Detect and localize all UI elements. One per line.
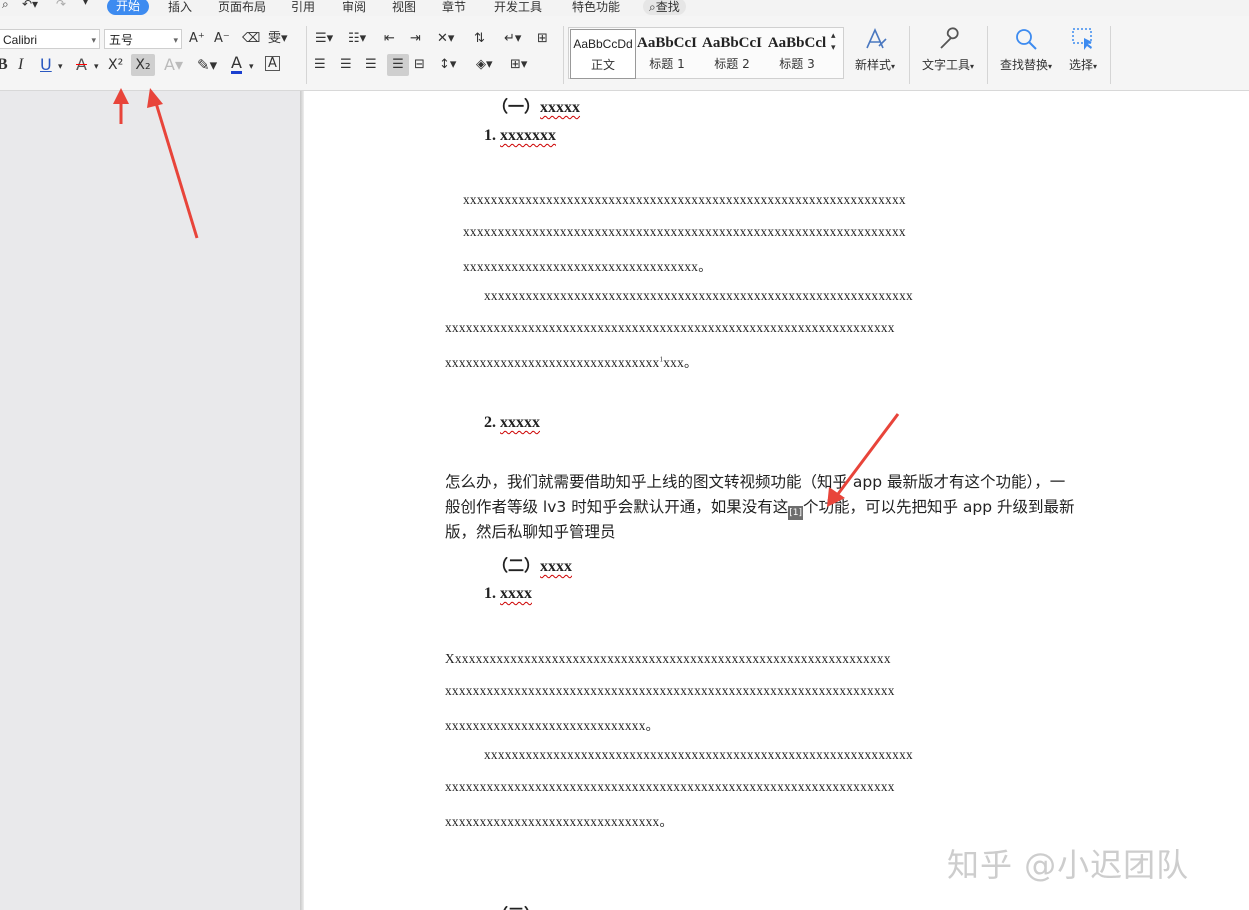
chevron-down-icon[interactable]: ▾ [249,58,254,76]
paragraph-line: xxxxxxxxxxxxxxxxxxxxxxxxxxxxxxx1xxx。 [445,355,698,370]
bullet-list-icon[interactable]: ☰▾ [315,30,333,48]
tab-review[interactable]: 审阅 [342,0,366,15]
select-button[interactable]: 选择▾ [1063,26,1103,73]
paragraph-line: xxxxxxxxxxxxxxxxxxxxxxxxxxxxxxxxxx。 [463,259,712,274]
style-heading-2[interactable]: AaBbCcI 标题 2 [701,29,763,77]
strikethrough-button[interactable]: A [76,56,87,74]
magnifier-icon [1016,29,1037,50]
heading-1: （一）xxxxx [492,99,581,116]
paragraph-line: 怎么办，我们就需要借助知乎上线的图文转视频功能（知乎 app 最新版才有这个功能… [445,473,1066,491]
italic-button[interactable]: I [18,56,23,74]
watermark: 知乎 @小迟团队 [947,846,1190,884]
numbered-list-icon[interactable]: ☷▾ [348,30,366,48]
tab-references[interactable]: 引用 [291,0,315,15]
paragraph-line: xxxxxxxxxxxxxxxxxxxxxxxxxxxxxxxxxxxxxxxx… [484,747,913,762]
tab-start[interactable]: 开始 [107,0,150,15]
shrink-font-icon[interactable]: A⁻ [214,30,230,48]
search-box[interactable]: ⌕查找 [643,0,686,15]
footnote-reference[interactable]: [1] [788,506,803,520]
sort-icon[interactable]: ⇅ [474,30,485,48]
tab-page-layout[interactable]: 页面布局 [218,0,266,15]
new-style-icon [866,28,887,49]
navigation-pane: ▤▾ [0,91,386,910]
paragraph-line: 般创作者等级 lv3 时知乎会默认开通，如果没有这[1]个功能，可以先把知乎 a… [445,498,1075,520]
find-icon[interactable]: ⌕ [2,0,9,12]
increase-indent-icon[interactable]: ⇥ [410,30,421,48]
align-left-icon[interactable]: ☰ [314,56,326,74]
style-heading-1[interactable]: AaBbCcI 标题 1 [636,29,698,77]
redo-icon[interactable]: ↷ [56,0,66,11]
line-spacing-icon[interactable]: ↕▾ [439,56,456,74]
undo-icon[interactable]: ↶▾ [22,0,38,11]
text-effect-icon[interactable]: A▾ [164,56,183,74]
heading-1-1: 1. xxxxxxx [484,127,556,144]
paragraph-line: xxxxxxxxxxxxxxxxxxxxxxxxxxxxxxxxxxxxxxxx… [463,192,906,207]
font-family-select[interactable]: Calibri ▾ [0,29,100,49]
superscript-button[interactable]: X² [108,56,123,74]
tab-insert[interactable]: 插入 [168,0,192,15]
align-right-icon[interactable]: ☰ [365,56,377,74]
gallery-scroll-icon[interactable]: ▴ ▾ [831,30,836,54]
paragraph-line: xxxxxxxxxxxxxxxxxxxxxxxxxxxxxxxxxxxxxxxx… [484,288,913,303]
paragraph-line: xxxxxxxxxxxxxxxxxxxxxxxxxxxxxxxxxxxxxxxx… [445,683,895,698]
divider [909,26,910,84]
align-center-icon[interactable]: ☰ [340,56,352,74]
paragraph-line: 版，然后私聊知乎管理员 [445,523,616,541]
chevron-down-icon: ▾ [173,35,178,45]
table-tools-icon[interactable]: ⊞ [537,30,548,48]
font-color-icon[interactable]: A [231,54,242,74]
paragraph-line: xxxxxxxxxxxxxxxxxxxxxxxxxxxxxxxxxxxxxxxx… [463,224,906,239]
justify-icon[interactable]: ☰ [387,54,409,76]
paragraph-line: Xxxxxxxxxxxxxxxxxxxxxxxxxxxxxxxxxxxxxxxx… [445,651,891,666]
paragraph-line: xxxxxxxxxxxxxxxxxxxxxxxxxxxxxxxxxxxxxxxx… [445,779,895,794]
menu-bar: ⌕ ↶▾ ↷ ▾ 开始 插入 页面布局 引用 审阅 视图 章节 开发工具 特色功… [0,0,1249,16]
chevron-down-icon[interactable]: ▾ [94,58,99,76]
heading-1-2: 2. xxxxx [484,414,540,431]
style-normal[interactable]: AaBbCcDd 正文 [570,29,636,79]
borders-icon[interactable]: ⊞▾ [510,56,527,74]
show-marks-icon[interactable]: ↵▾ [504,30,521,48]
divider [1110,26,1111,84]
subscript-button[interactable]: X₂ [131,54,155,76]
paragraph-line: xxxxxxxxxxxxxxxxxxxxxxxxxxxxxxxxxxxxxxxx… [445,320,895,335]
heading-3-partial: （三） [492,901,540,910]
heading-2-1: 1. xxxx [484,585,532,602]
tab-chapter[interactable]: 章节 [442,0,466,15]
tab-developer[interactable]: 开发工具 [494,0,542,15]
bold-button[interactable]: B [0,56,8,74]
chinese-layout-icon[interactable]: ✕▾ [437,30,454,48]
paragraph-line: xxxxxxxxxxxxxxxxxxxxxxxxxxxxx。 [445,718,660,733]
grow-font-icon[interactable]: A⁺ [189,30,205,48]
ribbon-toolbar: Calibri ▾ 五号 ▾ A⁺ A⁻ ⌫ 雯▾ B I U ▾ A ▾ X² X… [0,16,1249,91]
phonetic-guide-icon[interactable]: 雯▾ [268,30,288,48]
divider [987,26,988,84]
document-page[interactable]: （一）xxxxx 1. xxxxxxx xxxxxxxxxxxxxxxxxxxx… [304,91,1249,910]
char-border-icon[interactable]: A [265,56,280,71]
heading-2: （二）xxxx [492,558,573,575]
distributed-icon[interactable]: ⊟ [414,56,425,74]
highlight-icon[interactable]: ✎▾ [197,56,217,74]
font-size-select[interactable]: 五号 ▾ [104,29,182,49]
tab-special-features[interactable]: 特色功能 [572,0,620,15]
quick-access-chevron-icon[interactable]: ▾ [83,0,88,8]
search-icon: ⌕ [649,0,656,14]
wrench-icon [940,27,959,49]
text-tools-button[interactable]: 文字工具▾ [918,26,978,73]
cursor-select-icon [1072,28,1092,50]
divider [306,26,307,84]
chevron-down-icon: ▾ [91,35,96,45]
shading-icon[interactable]: ◈▾ [476,56,493,74]
decrease-indent-icon[interactable]: ⇤ [384,30,395,48]
divider [563,26,564,84]
paragraph-line: xxxxxxxxxxxxxxxxxxxxxxxxxxxxxxx。 [445,814,674,829]
underline-button[interactable]: U [40,56,52,74]
new-style-button[interactable]: 新样式▾ [851,26,899,73]
clear-format-icon[interactable]: ⌫ [242,30,260,48]
style-heading-3[interactable]: AaBbCcl 标题 3 [766,29,828,77]
tab-view[interactable]: 视图 [392,0,416,15]
chevron-down-icon[interactable]: ▾ [58,58,63,76]
find-replace-button[interactable]: 查找替换▾ [996,26,1056,73]
